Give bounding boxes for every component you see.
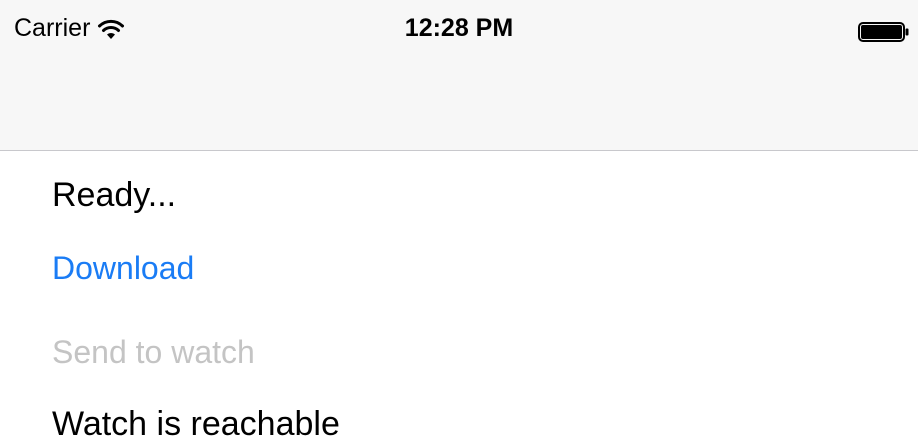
battery-icon (858, 22, 910, 42)
status-bar: Carrier 12:28 PM (0, 0, 918, 62)
send-to-watch-button[interactable]: Send to watch (52, 334, 255, 371)
status-label: Ready... (52, 176, 177, 214)
navigation-bar: Carrier 12:28 PM (0, 0, 918, 151)
download-button[interactable]: Download (52, 250, 194, 287)
reachability-label: Watch is reachable (52, 405, 340, 443)
clock: 12:28 PM (404, 14, 514, 42)
